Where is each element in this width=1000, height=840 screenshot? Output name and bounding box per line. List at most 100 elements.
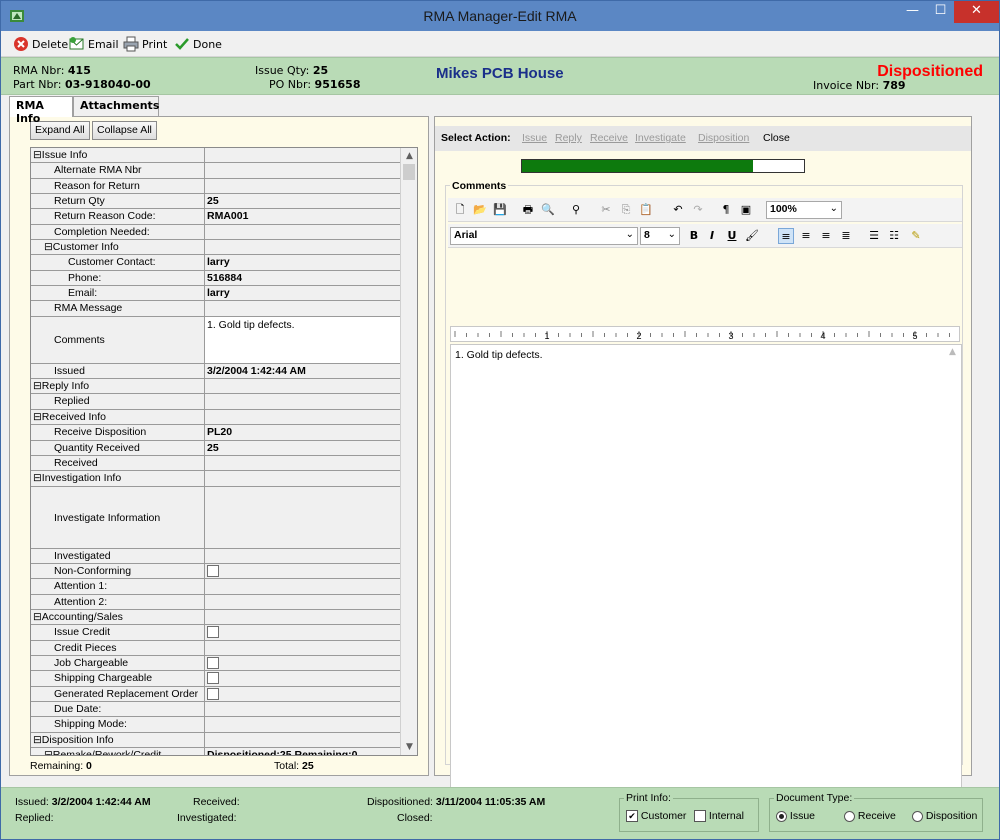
align-left-icon[interactable]: ≡ xyxy=(778,228,794,244)
highlight-icon[interactable]: ✎ xyxy=(908,228,924,244)
comments-editor[interactable]: 1. Gold tip defects. ▲ ▼ xyxy=(450,344,962,832)
grid-row[interactable]: ⊟Customer Info xyxy=(31,240,401,256)
generated-replacement-checkbox[interactable] xyxy=(207,687,219,700)
print-button[interactable]: Print xyxy=(123,35,167,53)
grid-row[interactable]: ⊟Accounting/Sales xyxy=(31,609,401,626)
paste-icon[interactable]: 📋 xyxy=(638,202,654,218)
grid-row[interactable]: Attention 2: xyxy=(31,594,401,610)
collapse-all-button[interactable]: Collapse All xyxy=(92,121,157,140)
insert-image-icon[interactable]: ▣ xyxy=(738,202,754,218)
grid-row[interactable]: Generated Replacement Order xyxy=(31,686,401,702)
grid-row[interactable]: Reason for Return xyxy=(31,178,401,195)
job-chargeable-checkbox[interactable] xyxy=(207,656,219,669)
font-color-icon[interactable]: 🖌 xyxy=(744,228,760,244)
align-right-icon[interactable]: ≡ xyxy=(818,228,834,244)
receive-radio[interactable] xyxy=(844,810,855,822)
email-button[interactable]: Email xyxy=(69,35,119,53)
grid-row[interactable]: Received xyxy=(31,455,401,472)
grid-row[interactable]: ⊟Issue Info xyxy=(31,148,401,164)
bullet-list-icon[interactable]: ☰ xyxy=(866,228,882,244)
delete-button[interactable]: Delete xyxy=(13,35,68,53)
grid-row[interactable]: Email: larry xyxy=(31,286,401,302)
grid-row[interactable]: ⊟Remake/Rework/Credit Dispositioned:25 Re… xyxy=(31,748,401,755)
font-family-select[interactable]: Arial ⌄ xyxy=(450,227,638,245)
grid-row[interactable]: Return Reason Code: RMA001 xyxy=(31,209,401,225)
customer-checkbox[interactable]: ✔ xyxy=(626,810,638,823)
doc-type-disposition[interactable]: Disposition xyxy=(912,810,977,822)
scroll-up-icon[interactable]: ▲ xyxy=(944,347,961,357)
grid-row[interactable]: Alternate RMA Nbr xyxy=(31,163,401,179)
minimize-button[interactable]: — xyxy=(899,1,926,23)
copy-icon[interactable]: ⎘ xyxy=(618,202,634,218)
editor-text[interactable]: 1. Gold tip defects. xyxy=(455,349,543,361)
grid-row[interactable]: Attention 1: xyxy=(31,579,401,595)
grid-row[interactable]: Completion Needed: xyxy=(31,224,401,241)
internal-checkbox[interactable] xyxy=(694,810,706,823)
grid-scrollbar[interactable]: ▲ ▼ xyxy=(400,148,417,755)
grid-row[interactable]: Issue Credit xyxy=(31,625,401,641)
print-customer-option[interactable]: ✔ Customer xyxy=(626,810,686,823)
numbered-list-icon[interactable]: ☷ xyxy=(886,228,902,244)
grid-row[interactable]: Issued 3/2/2004 1:42:44 AM xyxy=(31,363,401,380)
italic-icon[interactable]: I xyxy=(704,228,720,244)
grid-row[interactable]: ⊟Reply Info xyxy=(31,379,401,395)
undo-icon[interactable]: ↶ xyxy=(670,202,686,218)
tab-attachments[interactable]: Attachments xyxy=(73,96,159,116)
grid-row[interactable]: Shipping Mode: xyxy=(31,717,401,733)
action-close[interactable]: Close xyxy=(763,132,790,144)
scroll-up-icon[interactable]: ▲ xyxy=(401,148,417,164)
action-reply[interactable]: Reply xyxy=(555,132,582,144)
grid-row[interactable]: Comments 1. Gold tip defects. xyxy=(31,316,401,364)
align-center-icon[interactable]: ≡ xyxy=(798,228,814,244)
grid-row[interactable]: Due Date: xyxy=(31,701,401,718)
underline-icon[interactable]: U xyxy=(724,228,740,244)
editor-scrollbar[interactable]: ▲ ▼ xyxy=(944,345,961,831)
action-receive[interactable]: Receive xyxy=(590,132,628,144)
grid-row[interactable]: Investigate Information xyxy=(31,486,401,549)
grid-row[interactable]: Quantity Received 25 xyxy=(31,440,401,456)
grid-row[interactable]: Customer Contact: larry xyxy=(31,255,401,271)
grid-row[interactable]: Replied xyxy=(31,394,401,410)
close-window-button[interactable]: ✕ xyxy=(954,1,999,23)
scroll-thumb[interactable] xyxy=(403,164,415,180)
grid-row[interactable]: Non-Conforming xyxy=(31,563,401,580)
cut-icon[interactable]: ✂ xyxy=(598,202,614,218)
print-internal-option[interactable]: Internal xyxy=(694,810,744,823)
redo-icon[interactable]: ↷ xyxy=(690,202,706,218)
grid-row[interactable]: Credit Pieces xyxy=(31,640,401,656)
grid-row[interactable]: Phone: 516884 xyxy=(31,270,401,287)
tab-rma-info[interactable]: RMA Info xyxy=(9,96,73,125)
action-investigate[interactable]: Investigate xyxy=(635,132,686,144)
grid-row[interactable]: ⊟Investigation Info xyxy=(31,471,401,487)
open-folder-icon[interactable]: 📂 xyxy=(472,202,488,218)
grid-row[interactable]: Investigated xyxy=(31,548,401,564)
save-icon[interactable]: 💾 xyxy=(492,202,508,218)
action-disposition[interactable]: Disposition xyxy=(698,132,749,144)
doc-type-receive[interactable]: Receive xyxy=(844,810,896,822)
done-button[interactable]: Done xyxy=(174,35,222,53)
doc-type-issue[interactable]: Issue xyxy=(776,810,815,822)
zoom-select[interactable]: 100% ⌄ xyxy=(766,201,842,219)
disposition-radio[interactable] xyxy=(912,810,923,822)
comments-cell[interactable]: 1. Gold tip defects. xyxy=(205,316,401,363)
paragraph-icon[interactable]: ¶ xyxy=(718,202,734,218)
align-justify-icon[interactable]: ≣ xyxy=(838,228,854,244)
new-document-icon[interactable]: 🗋 xyxy=(452,202,468,218)
bold-icon[interactable]: B xyxy=(686,228,702,244)
action-issue[interactable]: Issue xyxy=(522,132,547,144)
print-icon[interactable]: 🖶 xyxy=(520,202,536,218)
editor-ruler[interactable]: 1 2 3 4 5 xyxy=(450,326,960,342)
grid-row[interactable]: ⊟Disposition Info xyxy=(31,732,401,748)
font-size-select[interactable]: 8 ⌄ xyxy=(640,227,680,245)
maximize-button[interactable]: ☐ xyxy=(927,1,954,23)
scroll-down-icon[interactable]: ▼ xyxy=(401,739,417,755)
issue-credit-checkbox[interactable] xyxy=(207,626,219,639)
find-icon[interactable]: ⚲ xyxy=(568,202,584,218)
non-conforming-checkbox[interactable] xyxy=(207,564,219,577)
grid-row[interactable]: RMA Message xyxy=(31,301,401,317)
print-preview-icon[interactable]: 🔍 xyxy=(540,202,556,218)
grid-row[interactable]: Job Chargeable xyxy=(31,655,401,672)
grid-row[interactable]: Return Qty 25 xyxy=(31,194,401,210)
grid-row[interactable]: ⊟Received Info xyxy=(31,409,401,426)
grid-row[interactable]: Shipping Chargeable xyxy=(31,671,401,687)
